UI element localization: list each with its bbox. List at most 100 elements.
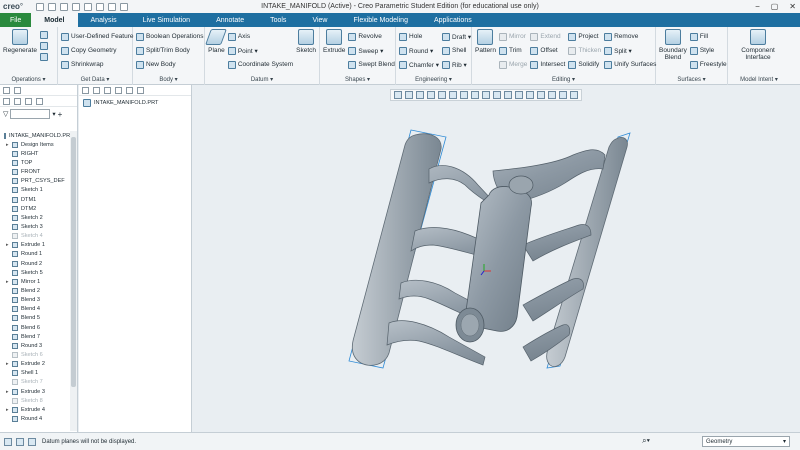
offset-button[interactable]: Offset [530, 45, 565, 56]
tab-model[interactable]: Model [31, 13, 78, 27]
maximize-icon[interactable]: ▢ [771, 2, 779, 11]
tab-live-simulation[interactable]: Live Simulation [130, 13, 203, 27]
find-icon[interactable]: ⌕▾ [642, 436, 650, 446]
tree-item[interactable]: Sketch 2 [0, 213, 70, 222]
save-icon[interactable] [60, 2, 68, 11]
tree-item[interactable]: PRT_CSYS_DEF [0, 177, 70, 186]
close-icon[interactable]: ✕ [789, 2, 796, 11]
style-button[interactable]: Style [689, 45, 727, 56]
split-button[interactable]: Split ▾ [604, 45, 656, 56]
copy-geometry-button[interactable]: Copy Geometry [61, 45, 134, 56]
model-tree-tab-icon[interactable] [3, 86, 10, 94]
minimize-icon[interactable]: − [755, 2, 760, 11]
freestyle-button[interactable]: Freestyle [689, 59, 727, 70]
tree-item[interactable]: Round 3 [0, 341, 70, 350]
round-button[interactable]: Round ▾ [399, 45, 439, 56]
group-label-model-intent[interactable]: Model Intent ▾ [728, 76, 790, 83]
coordinate-system-button[interactable]: Coordinate System [227, 59, 293, 70]
more-icon[interactable] [137, 86, 144, 94]
expand-arrow-icon[interactable]: ▸ [6, 242, 9, 248]
layer-item[interactable]: INTAKE_MANIFOLD.PRT [79, 96, 191, 109]
group-label-shapes[interactable]: Shapes ▾ [320, 76, 395, 83]
fill-button[interactable]: Fill [689, 31, 727, 42]
remove-button[interactable]: Remove [604, 31, 656, 42]
project-button[interactable]: Project [568, 31, 601, 42]
chamfer-button[interactable]: Chamfer ▾ [399, 59, 439, 70]
copy-icon[interactable] [40, 31, 48, 39]
point-button[interactable]: Point ▾ [227, 45, 293, 56]
trim-button[interactable]: Trim [498, 45, 527, 56]
tab-applications[interactable]: Applications [421, 13, 485, 27]
list-icon[interactable] [93, 86, 100, 94]
group-label-surfaces[interactable]: Surfaces ▾ [656, 76, 727, 83]
tree-scroll-thumb[interactable] [71, 137, 76, 387]
tree-item[interactable]: Round 1 [0, 250, 70, 259]
tree-item[interactable]: Sketch 4 [0, 232, 70, 241]
split-trim-body-button[interactable]: Split/Trim Body [136, 45, 203, 56]
folder-browser-tab-icon[interactable] [14, 86, 21, 94]
tree-item[interactable]: Sketch 8 [0, 396, 70, 405]
expand-arrow-icon[interactable]: ▸ [6, 279, 9, 285]
draft-button[interactable]: Draft ▾ [442, 31, 471, 42]
intersect-button[interactable]: Intersect [530, 59, 565, 70]
boolean-operations-button[interactable]: Boolean Operations [136, 31, 203, 42]
settings-icon[interactable] [3, 97, 10, 105]
rib-button[interactable]: Rib ▾ [442, 59, 471, 70]
filter-icon[interactable]: ▽ [3, 110, 8, 118]
tree-item[interactable]: DTM1 [0, 195, 70, 204]
tree-item[interactable]: Shell 1 [0, 369, 70, 378]
group-label-body[interactable]: Body ▾ [133, 76, 204, 83]
swept-blend-button[interactable]: Swept Blend [348, 59, 395, 70]
expand-arrow-icon[interactable]: ▸ [6, 407, 9, 413]
window-icon[interactable] [108, 2, 116, 11]
thicken-button[interactable]: Thicken [568, 45, 601, 56]
tree-scrollbar[interactable] [70, 131, 77, 431]
tree-item[interactable]: Sketch 5 [0, 268, 70, 277]
tree-item[interactable]: ▸ Extrude 3 [0, 387, 70, 396]
tree-item[interactable]: Blend 4 [0, 305, 70, 314]
group-label-editing[interactable]: Editing ▾ [472, 76, 655, 83]
tree-item[interactable]: Blend 2 [0, 286, 70, 295]
graphics-window[interactable] [193, 85, 800, 432]
tree-item[interactable]: ▸ Extrude 2 [0, 360, 70, 369]
tree-item[interactable]: Sketch 3 [0, 222, 70, 231]
extend-button[interactable]: Extend [530, 31, 565, 42]
tree-item[interactable]: Blend 7 [0, 332, 70, 341]
tab-view[interactable]: View [299, 13, 340, 27]
tab-annotate[interactable]: Annotate [203, 13, 257, 27]
expand-arrow-icon[interactable]: ▸ [6, 389, 9, 395]
add-icon[interactable]: + [58, 110, 63, 119]
navigator-toggle-icon[interactable] [4, 437, 12, 446]
show-icon[interactable] [25, 97, 32, 105]
group-label-get-data[interactable]: Get Data ▾ [58, 76, 132, 83]
shrinkwrap-button[interactable]: Shrinkwrap [61, 59, 134, 70]
tree-item[interactable]: ▸ Extrude 1 [0, 241, 70, 250]
tree-item[interactable]: RIGHT [0, 149, 70, 158]
sweep-button[interactable]: Sweep ▾ [348, 45, 395, 56]
tree-item[interactable]: ▸ Extrude 4 [0, 405, 70, 414]
unify-surfaces-button[interactable]: Unify Surfaces [604, 59, 656, 70]
user-defined-feature-button[interactable]: User-Defined Feature [61, 31, 134, 42]
solidify-button[interactable]: Solidify [568, 59, 601, 70]
group-label-datum[interactable]: Datum ▾ [205, 76, 319, 83]
tree-item[interactable]: ▸ Design Items [0, 140, 70, 149]
tab-file[interactable]: File [0, 13, 32, 27]
tree-item[interactable]: Blend 6 [0, 323, 70, 332]
tree-item[interactable]: Sketch 6 [0, 350, 70, 359]
merge-button[interactable]: Merge [498, 59, 527, 70]
tree-list-icon[interactable] [14, 97, 21, 105]
close-window-icon[interactable] [120, 2, 128, 11]
full-screen-icon[interactable] [28, 437, 36, 446]
browser-toggle-icon[interactable] [16, 437, 24, 446]
tree-item[interactable]: Sketch 7 [0, 378, 70, 387]
paste-icon[interactable] [40, 42, 48, 50]
tree-item[interactable]: Sketch 1 [0, 186, 70, 195]
search-dropdown-icon[interactable]: ▾ [52, 110, 55, 118]
new-file-icon[interactable] [36, 2, 44, 11]
shell-button[interactable]: Shell [442, 45, 471, 56]
tree-item[interactable]: Blend 5 [0, 314, 70, 323]
tree-root[interactable]: INTAKE_MANIFOLD.PRT [0, 131, 73, 140]
back-icon[interactable] [115, 86, 122, 94]
manifold-model[interactable] [193, 85, 800, 432]
tree-item[interactable]: TOP [0, 158, 70, 167]
